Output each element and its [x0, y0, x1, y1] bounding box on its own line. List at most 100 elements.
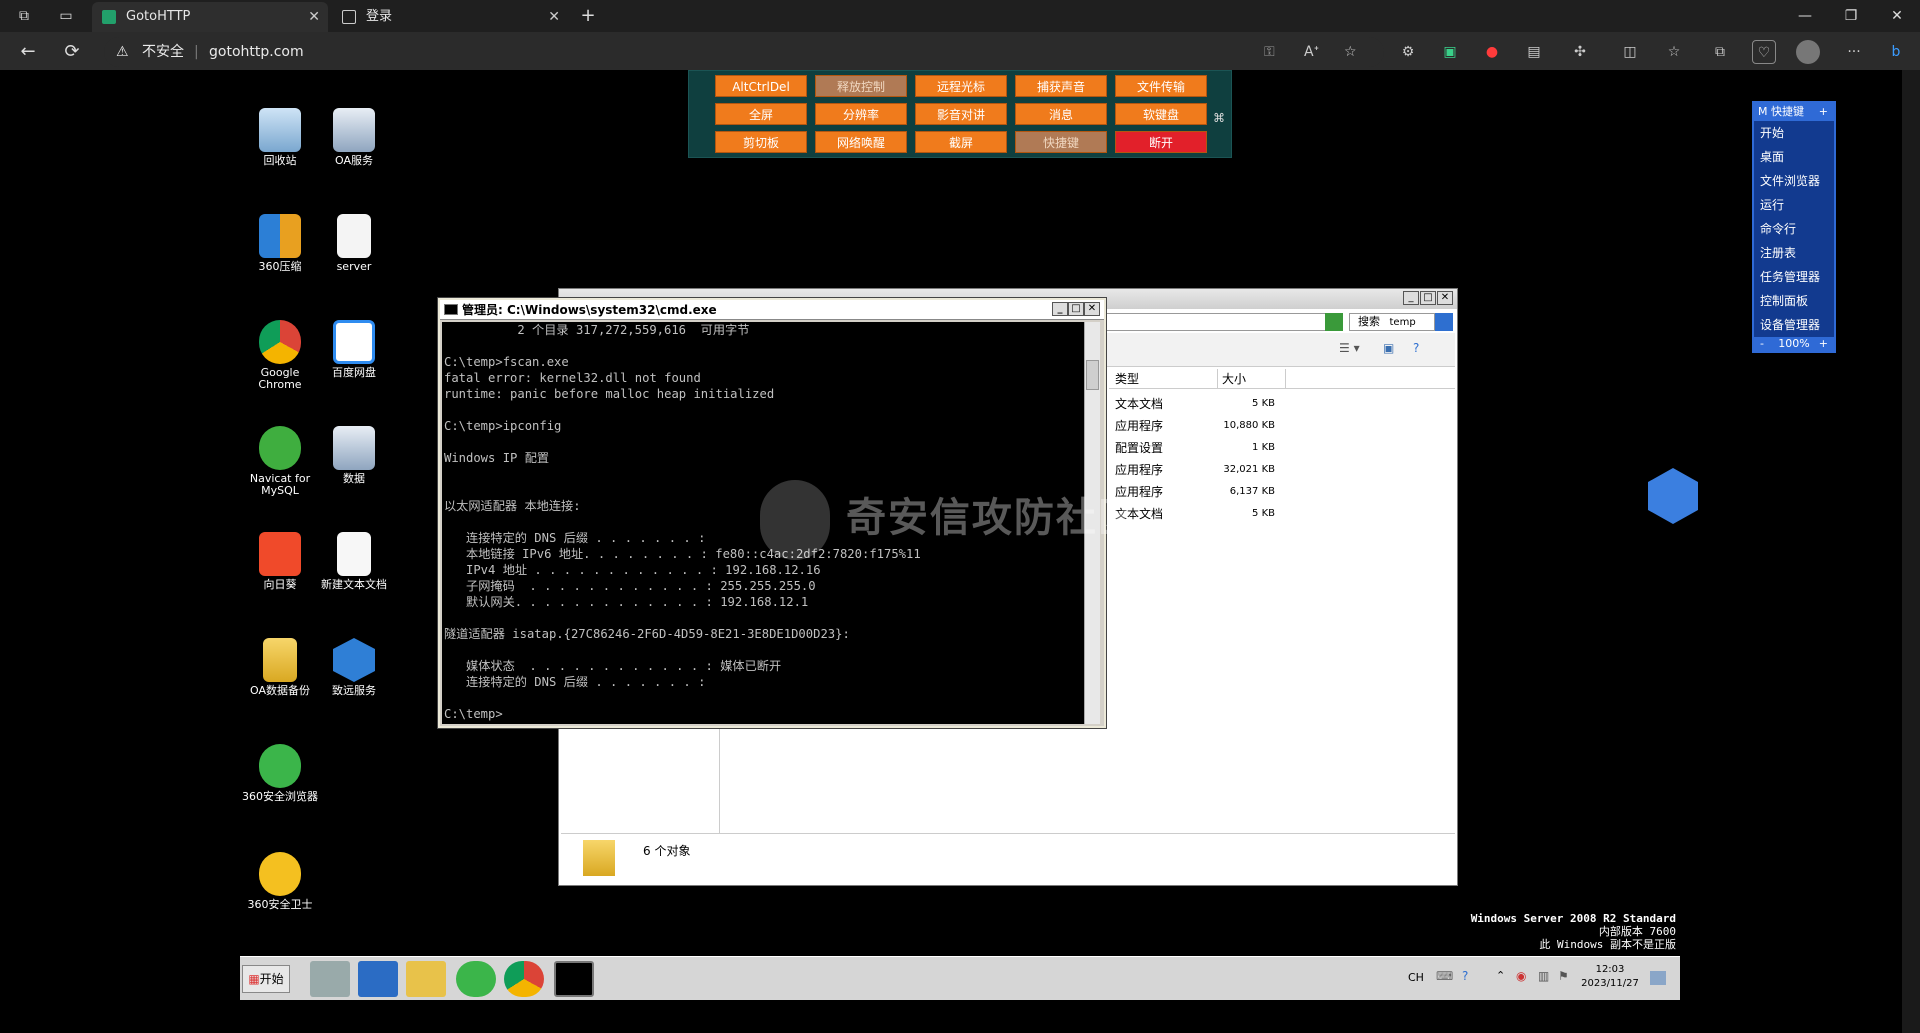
desktop-icon-oa-service[interactable]: OA服务 [314, 108, 394, 167]
keyboard-icon[interactable]: ⌨ [1436, 969, 1453, 983]
clipboard-button[interactable]: 剪切板 [715, 131, 807, 153]
extension-icon[interactable]: ▣ [1438, 40, 1462, 64]
page-scrollbar[interactable] [1902, 70, 1920, 1033]
cmd-titlebar[interactable]: 管理员: C:\Windows\system32\cmd.exe _ □ ✕ [440, 300, 1104, 320]
action-center-icon[interactable]: ⚑ [1558, 969, 1569, 983]
zoom-in-icon[interactable]: + [1819, 337, 1828, 351]
screenshot-button[interactable]: 截屏 [915, 131, 1007, 153]
desktop-icon-sunlogin[interactable]: 向日葵 [240, 532, 320, 591]
network-icon[interactable]: ▥ [1538, 969, 1549, 983]
search-input[interactable]: 搜索 temp [1349, 313, 1435, 331]
tab-gotohttp[interactable]: GotoHTTP ✕ [92, 2, 328, 32]
desktop-icon-server[interactable]: server [314, 214, 394, 273]
desktop-icon-data[interactable]: 数据 [314, 426, 394, 485]
workspaces-icon[interactable]: ⧉ [10, 2, 38, 30]
list-item[interactable]: 应用程序 32,021 KB [1115, 459, 1315, 481]
close-icon[interactable]: ✕ [1437, 291, 1453, 305]
list-item[interactable]: 文本文档 5 KB [1115, 503, 1315, 525]
disconnect-button[interactable]: 断开 [1115, 131, 1207, 153]
taskbar-cmd-icon[interactable] [554, 961, 594, 997]
refresh-icon[interactable] [1325, 313, 1343, 331]
taskbar-chrome-icon[interactable] [504, 961, 544, 997]
maximize-icon[interactable]: □ [1068, 302, 1084, 316]
language-indicator[interactable]: CH [1408, 971, 1424, 984]
av-talk-button[interactable]: 影音对讲 [915, 103, 1007, 125]
desktop-icon-360safe[interactable]: 360安全卫士 [240, 852, 320, 911]
desktop-icon-oa-backup[interactable]: OA数据备份 [240, 638, 320, 697]
remote-cursor-button[interactable]: 远程光标 [915, 75, 1007, 97]
avatar[interactable] [1796, 40, 1820, 64]
desktop-icon-navicat[interactable]: Navicat for MySQL [240, 426, 320, 497]
start-button[interactable]: ▦开始 [242, 965, 290, 993]
show-desktop-icon[interactable] [1650, 971, 1666, 985]
zoom-out-icon[interactable]: - [1760, 337, 1764, 351]
minimize-icon[interactable]: _ [1403, 291, 1419, 305]
altctrldel-button[interactable]: AltCtrlDel [715, 75, 807, 97]
help-icon[interactable]: ? [1413, 341, 1419, 355]
soft-keyboard-button[interactable]: 软键盘 [1115, 103, 1207, 125]
desktop-icon-360zip[interactable]: 360压缩 [240, 214, 320, 273]
extensions-puzzle-icon[interactable]: ✣ [1568, 40, 1592, 64]
desktop-icon-chrome[interactable]: Google Chrome [240, 320, 320, 391]
list-item[interactable]: 配置设置 1 KB [1115, 437, 1315, 459]
copilot-icon[interactable]: b [1884, 40, 1908, 64]
split-screen-icon[interactable]: ◫ [1618, 40, 1642, 64]
release-control-button[interactable]: 释放控制 [815, 75, 907, 97]
new-tab-icon[interactable]: + [574, 2, 602, 30]
show-hidden-icon[interactable]: ⌃ [1496, 969, 1505, 982]
more-icon[interactable]: ··· [1842, 40, 1866, 64]
taskbar-360browser-icon[interactable] [456, 961, 496, 997]
address-bar[interactable]: ⚠ 不安全 | gotohttp.com ⚿ Aᐩ ☆ [104, 37, 1384, 67]
favorite-star-icon[interactable]: ☆ [1344, 37, 1357, 67]
views-icon[interactable]: ☰ ▾ [1339, 341, 1360, 355]
quick-item-task-manager[interactable]: 任务管理器 [1754, 265, 1834, 289]
add-icon[interactable]: + [1819, 103, 1828, 121]
taskbar-powershell-icon[interactable] [358, 961, 398, 997]
help-icon[interactable]: ? [1462, 969, 1468, 983]
close-window-icon[interactable]: ✕ [1874, 0, 1920, 32]
desktop-icon-zhiyuan[interactable]: 致远服务 [314, 638, 394, 697]
extension-icon[interactable]: ⚙ [1396, 40, 1420, 64]
quick-item-start[interactable]: 开始 [1754, 121, 1834, 145]
minimize-icon[interactable]: _ [1052, 302, 1068, 316]
maximize-icon[interactable]: □ [1420, 291, 1436, 305]
taskbar-explorer-icon[interactable] [406, 961, 446, 997]
refresh-icon[interactable]: ⟳ [58, 38, 86, 66]
quick-item-cmd[interactable]: 命令行 [1754, 217, 1834, 241]
list-item[interactable]: 应用程序 6,137 KB [1115, 481, 1315, 503]
close-tab-icon[interactable]: ✕ [548, 2, 560, 32]
taskbar-server-manager-icon[interactable] [310, 961, 350, 997]
capture-audio-button[interactable]: 捕获声音 [1015, 75, 1107, 97]
tab-login[interactable]: 登录 ✕ [332, 2, 568, 32]
extension-icon[interactable]: ▤ [1522, 40, 1546, 64]
favorites-icon[interactable]: ☆ [1662, 40, 1686, 64]
search-icon[interactable] [1435, 313, 1453, 331]
message-button[interactable]: 消息 [1015, 103, 1107, 125]
preview-pane-icon[interactable]: ▣ [1383, 341, 1394, 355]
quick-item-device-manager[interactable]: 设备管理器 [1754, 313, 1834, 337]
quick-item-file-browser[interactable]: 文件浏览器 [1754, 169, 1834, 193]
scroll-thumb[interactable] [1086, 360, 1099, 390]
desktop-icon-baidu-netdisk[interactable]: 百度网盘 [314, 320, 394, 379]
minimize-icon[interactable]: — [1782, 0, 1828, 32]
extension-icon[interactable]: ● [1480, 40, 1504, 64]
desktop-icon-360browser[interactable]: 360安全浏览器 [240, 744, 320, 803]
desktop-icon-recycle-bin[interactable]: 回收站 [240, 108, 320, 167]
collections-icon[interactable]: ⧉ [1708, 40, 1732, 64]
fullscreen-button[interactable]: 全屏 [715, 103, 807, 125]
list-item[interactable]: 文本文档 5 KB [1115, 393, 1315, 415]
resolution-button[interactable]: 分辨率 [815, 103, 907, 125]
close-icon[interactable]: ✕ [1084, 302, 1100, 316]
pin-icon[interactable]: ⌘ [1213, 111, 1225, 125]
address-dropdown[interactable]: ▼ [1105, 313, 1341, 331]
restore-icon[interactable]: ❐ [1828, 0, 1874, 32]
file-transfer-button[interactable]: 文件传输 [1115, 75, 1207, 97]
quick-item-run[interactable]: 运行 [1754, 193, 1834, 217]
tab-actions-icon[interactable]: ▭ [52, 2, 80, 30]
column-size[interactable]: 大小 [1217, 369, 1246, 389]
list-item[interactable]: 应用程序 10,880 KB [1115, 415, 1315, 437]
column-type[interactable]: 类型 [1115, 369, 1139, 389]
quick-panel-header[interactable]: M 快捷键 + [1754, 103, 1834, 121]
desktop-icon-new-text[interactable]: 新建文本文档 [314, 532, 394, 591]
quick-item-desktop[interactable]: 桌面 [1754, 145, 1834, 169]
